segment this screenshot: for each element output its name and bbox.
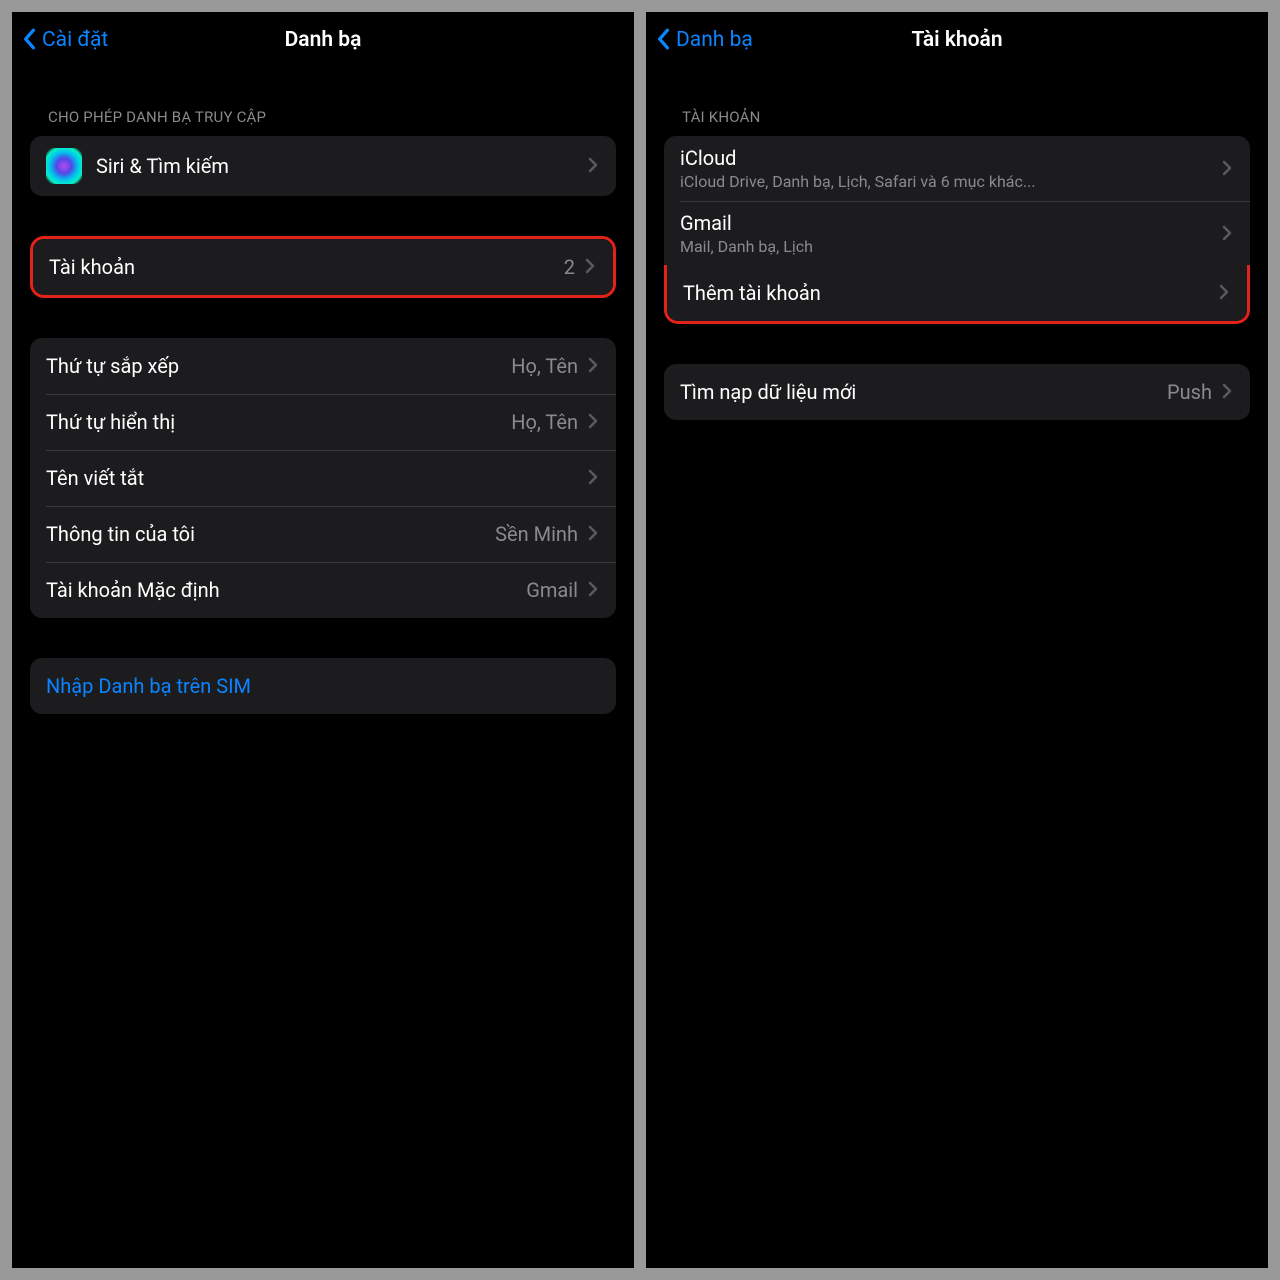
highlight-add-account: Thêm tài khoản — [664, 265, 1250, 324]
siri-icon — [46, 148, 82, 184]
chevron-right-icon — [1222, 225, 1234, 243]
section-header: CHO PHÉP DANH BẠ TRUY CẬP — [30, 108, 616, 136]
row-sort-order[interactable]: Thứ tự sắp xếp Họ, Tên — [30, 338, 616, 394]
row-label: Gmail — [680, 211, 1222, 235]
row-gmail[interactable]: Gmail Mail, Danh bạ, Lịch — [664, 201, 1250, 266]
row-value: Push — [1167, 380, 1212, 404]
section-fetch: Tìm nạp dữ liệu mới Push — [664, 364, 1250, 420]
chevron-right-icon — [588, 157, 600, 175]
row-value: Họ, Tên — [511, 410, 578, 434]
section-access: CHO PHÉP DANH BẠ TRUY CẬP Siri & Tìm kiế… — [30, 108, 616, 196]
row-label: Tài khoản — [49, 255, 564, 279]
highlight-accounts: Tài khoản 2 — [30, 236, 616, 298]
row-siri-search[interactable]: Siri & Tìm kiếm — [30, 136, 616, 196]
back-button[interactable]: Cài đặt — [22, 28, 108, 52]
row-sublabel: iCloud Drive, Danh bạ, Lịch, Safari và 6… — [680, 172, 1222, 191]
row-label: Thông tin của tôi — [46, 522, 495, 546]
back-chevron-icon — [22, 28, 38, 52]
row-accounts[interactable]: Tài khoản 2 — [33, 239, 613, 295]
row-label: Nhập Danh bạ trên SIM — [46, 674, 600, 698]
row-import-sim[interactable]: Nhập Danh bạ trên SIM — [30, 658, 616, 714]
row-value: Sền Minh — [495, 522, 578, 546]
chevron-right-icon — [585, 258, 597, 276]
back-label: Cài đặt — [42, 28, 108, 52]
row-value: 2 — [564, 255, 575, 279]
row-value: Gmail — [526, 578, 578, 602]
section-sim: Nhập Danh bạ trên SIM — [30, 658, 616, 714]
row-value: Họ, Tên — [511, 354, 578, 378]
chevron-right-icon — [588, 581, 600, 599]
row-short-name[interactable]: Tên viết tắt — [30, 450, 616, 506]
row-label: Thêm tài khoản — [683, 281, 1219, 305]
screen-accounts: Danh bạ Tài khoản TÀI KHOẢN iCloud iClou… — [646, 12, 1268, 1268]
row-label: Siri & Tìm kiếm — [96, 154, 588, 178]
chevron-right-icon — [1222, 160, 1234, 178]
row-label: Tài khoản Mặc định — [46, 578, 526, 602]
row-label: iCloud — [680, 146, 1222, 170]
row-label: Tên viết tắt — [46, 466, 588, 490]
content: TÀI KHOẢN iCloud iCloud Drive, Danh bạ, … — [646, 68, 1268, 1268]
nav-bar: Cài đặt Danh bạ — [12, 12, 634, 68]
chevron-right-icon — [1222, 383, 1234, 401]
row-my-info[interactable]: Thông tin của tôi Sền Minh — [30, 506, 616, 562]
group-siri: Siri & Tìm kiếm — [30, 136, 616, 196]
content: CHO PHÉP DANH BẠ TRUY CẬP Siri & Tìm kiế… — [12, 68, 634, 1268]
row-icloud[interactable]: iCloud iCloud Drive, Danh bạ, Lịch, Safa… — [664, 136, 1250, 201]
screen-contacts-settings: Cài đặt Danh bạ CHO PHÉP DANH BẠ TRUY CẬ… — [12, 12, 634, 1268]
row-label: Thứ tự sắp xếp — [46, 354, 511, 378]
back-chevron-icon — [656, 28, 672, 52]
section-header: TÀI KHOẢN — [664, 108, 1250, 136]
chevron-right-icon — [588, 357, 600, 375]
chevron-right-icon — [588, 469, 600, 487]
section-accounts-list: TÀI KHOẢN iCloud iCloud Drive, Danh bạ, … — [664, 108, 1250, 324]
row-label: Thứ tự hiển thị — [46, 410, 511, 434]
section-options: Thứ tự sắp xếp Họ, Tên Thứ tự hiển thị H… — [30, 338, 616, 618]
row-fetch-data[interactable]: Tìm nạp dữ liệu mới Push — [664, 364, 1250, 420]
back-button[interactable]: Danh bạ — [656, 28, 753, 52]
row-sublabel: Mail, Danh bạ, Lịch — [680, 237, 1222, 256]
section-accounts: Tài khoản 2 — [30, 236, 616, 298]
row-add-account[interactable]: Thêm tài khoản — [667, 265, 1247, 321]
chevron-right-icon — [588, 525, 600, 543]
chevron-right-icon — [1219, 284, 1231, 302]
row-default-account[interactable]: Tài khoản Mặc định Gmail — [30, 562, 616, 618]
back-label: Danh bạ — [676, 28, 753, 52]
chevron-right-icon — [588, 413, 600, 431]
row-display-order[interactable]: Thứ tự hiển thị Họ, Tên — [30, 394, 616, 450]
nav-bar: Danh bạ Tài khoản — [646, 12, 1268, 68]
row-label: Tìm nạp dữ liệu mới — [680, 380, 1167, 404]
group-accounts-top: iCloud iCloud Drive, Danh bạ, Lịch, Safa… — [664, 136, 1250, 266]
